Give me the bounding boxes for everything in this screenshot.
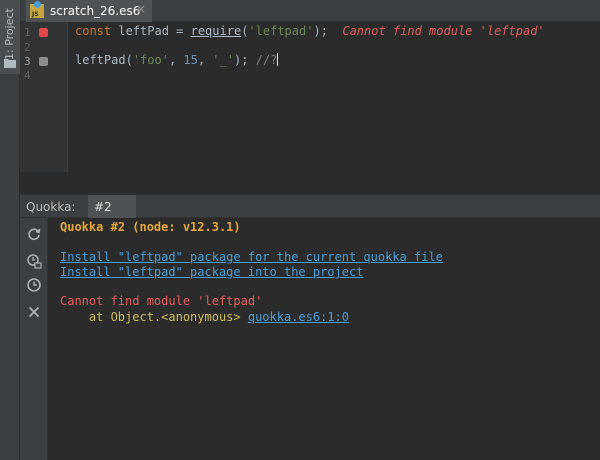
- history-icon[interactable]: [26, 277, 42, 293]
- install-file-link[interactable]: Install "leftpad" package for the curren…: [60, 250, 443, 264]
- code-line-3: leftPad('foo', 15, '_'); //?: [75, 53, 279, 67]
- quokka-output: Quokka #2 (node: v12.3.1) Install "leftp…: [49, 218, 600, 460]
- inline-error-message: Cannot find module 'leftpad': [342, 24, 545, 38]
- error-marker-icon[interactable]: [39, 28, 48, 37]
- pending-marker-icon[interactable]: [39, 57, 48, 66]
- install-project-link[interactable]: Install "leftpad" package into the proje…: [60, 265, 363, 279]
- line-number: 1: [24, 26, 31, 39]
- stack-trace-line: at Object.<anonymous> quokka.es6:1:0: [60, 310, 349, 324]
- editor-tab-label: scratch_26.es6: [50, 4, 141, 18]
- line-number: 2: [24, 41, 31, 54]
- code-line-1: const leftPad = require('leftpad'); Cann…: [75, 24, 545, 38]
- project-tool-label: 1: Project: [3, 8, 16, 60]
- panel-title: Quokka:: [26, 200, 76, 214]
- close-icon[interactable]: [26, 304, 42, 320]
- tab-quokka-2[interactable]: #2: [88, 195, 136, 218]
- coverage-icon[interactable]: [26, 253, 42, 269]
- quokka-panel-header: Quokka: #2: [20, 194, 600, 218]
- text-caret: [277, 53, 279, 66]
- output-header: Quokka #2 (node: v12.3.1): [60, 220, 241, 234]
- editor-tab-scratch[interactable]: JS scratch_26.es6: [26, 0, 152, 22]
- quokka-toolbar: [20, 218, 48, 460]
- line-number: 4: [24, 69, 31, 82]
- js-file-icon: JS: [30, 1, 44, 18]
- stack-trace-text: at Object.<anonymous>: [60, 310, 248, 324]
- panel-tab-label: #2: [94, 200, 112, 214]
- folder-icon: [4, 59, 16, 68]
- code-editor[interactable]: const leftPad = require('leftpad'); Cann…: [69, 22, 600, 172]
- project-tool-button[interactable]: 1: Project: [0, 0, 20, 74]
- refresh-icon[interactable]: [26, 226, 42, 242]
- editor-gutter: 1 2 3 4: [20, 22, 68, 172]
- line-number: 3: [24, 55, 31, 68]
- tool-window-strip: 1: Project: [0, 0, 20, 460]
- editor-tab-bar: JS scratch_26.es6: [20, 0, 600, 22]
- close-icon[interactable]: [136, 4, 146, 14]
- output-error: Cannot find module 'leftpad': [60, 294, 263, 308]
- stack-trace-link[interactable]: quokka.es6:1:0: [248, 310, 349, 324]
